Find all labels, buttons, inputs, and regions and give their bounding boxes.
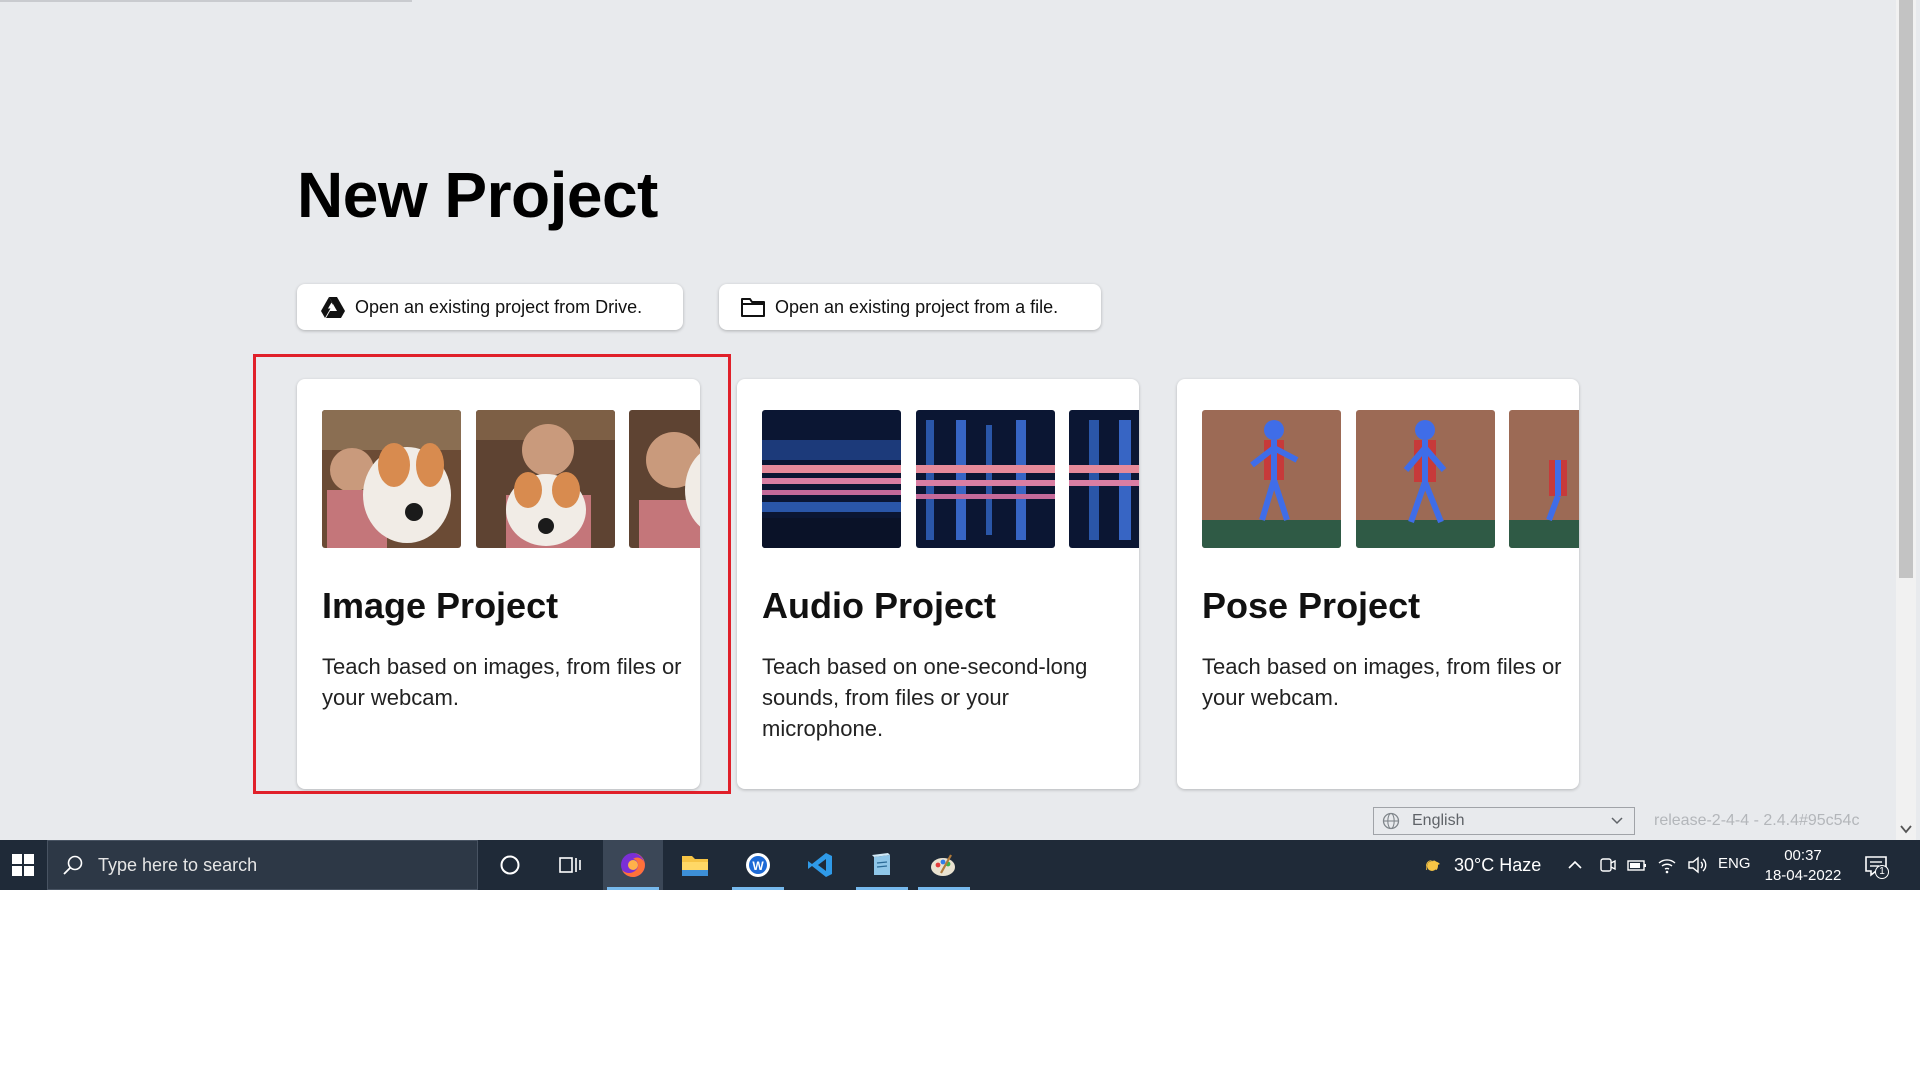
cortana-circle-icon (500, 855, 520, 875)
paint-app-icon (931, 854, 955, 876)
search-icon (63, 855, 83, 875)
weather-widget[interactable]: 30°C Haze (1420, 840, 1541, 890)
thumbnail-spectrogram (916, 410, 1055, 548)
audio-project-description: Teach based on one-second-long sounds, f… (762, 654, 1088, 741)
weather-text: 30°C Haze (1454, 854, 1542, 875)
file-explorer-icon (682, 856, 708, 876)
taskbar-app-vscode[interactable] (790, 840, 850, 890)
open-from-drive-button[interactable]: Open an existing project from Drive. (297, 284, 683, 330)
windows-logo-icon (12, 854, 34, 876)
browser-viewport: New Project Open an existing project fro… (0, 0, 1920, 840)
image-project-card[interactable]: Image Project Teach based on images, fro… (297, 379, 700, 789)
image-project-thumbnails (322, 410, 700, 548)
open-from-drive-label: Open an existing project from Drive. (355, 296, 643, 317)
battery-icon[interactable] (1626, 854, 1648, 876)
thumbnail-spectrogram (762, 410, 901, 548)
page-title: New Project (297, 159, 658, 231)
top-edge-strip (0, 0, 412, 2)
weather-haze-icon (1425, 859, 1440, 874)
open-from-file-button[interactable]: Open an existing project from a file. (719, 284, 1101, 330)
active-app-indicator (607, 887, 659, 890)
clock-time: 00:37 (1784, 847, 1822, 864)
scrollbar-thumb[interactable] (1899, 0, 1913, 578)
search-placeholder: Type here to search (98, 854, 258, 875)
taskbar-app-writer[interactable]: W (728, 840, 788, 890)
pose-project-title: Pose Project (1202, 585, 1421, 626)
audio-project-title: Audio Project (762, 585, 997, 626)
cortana-button[interactable] (480, 840, 540, 890)
running-app-indicator (732, 887, 784, 890)
open-from-file-label: Open an existing project from a file. (775, 296, 1059, 317)
show-hidden-icons-chevron-icon[interactable] (1564, 854, 1586, 876)
image-project-description: Teach based on images, from files or you… (322, 654, 682, 710)
thumbnail-pose (1509, 410, 1579, 548)
audio-project-thumbnails (762, 410, 1139, 548)
taskbar-app-file-explorer[interactable] (665, 840, 725, 890)
language-select[interactable]: English (1373, 807, 1635, 835)
google-drive-icon (319, 293, 347, 321)
start-button[interactable] (0, 840, 46, 890)
task-view-button[interactable] (540, 840, 600, 890)
globe-icon (1382, 812, 1400, 830)
chevron-down-icon (1611, 817, 1623, 825)
running-app-indicator (918, 887, 970, 890)
image-project-title: Image Project (322, 585, 559, 626)
task-view-icon (559, 857, 581, 873)
taskbar-app-paint[interactable] (914, 840, 974, 890)
svg-text:W: W (752, 859, 764, 873)
thumbnail-image (629, 410, 700, 548)
vscode-icon (808, 853, 832, 877)
taskbar-search-box[interactable]: Type here to search (47, 840, 478, 890)
taskbar-app-notepad[interactable] (852, 840, 912, 890)
notification-count-badge: 1 (1875, 865, 1889, 879)
firefox-icon (621, 853, 645, 877)
language-select-value: English (1412, 812, 1465, 829)
pose-project-thumbnails (1202, 410, 1579, 548)
meet-now-icon[interactable] (1596, 854, 1618, 876)
running-app-indicator (856, 887, 908, 890)
notepad-app-icon (872, 853, 890, 875)
scroll-down-arrow-icon[interactable] (1899, 822, 1913, 836)
taskbar-app-firefox[interactable] (603, 840, 663, 890)
thumbnail-image (322, 410, 461, 548)
pose-project-card[interactable]: Pose Project Teach based on images, from… (1177, 379, 1579, 789)
taskbar-clock[interactable]: 00:37 18-04-2022 (1760, 846, 1846, 886)
wifi-icon[interactable] (1656, 854, 1678, 876)
thumbnail-image (476, 410, 615, 548)
input-language-indicator[interactable]: ENG (1718, 855, 1751, 872)
volume-icon[interactable] (1686, 854, 1708, 876)
clock-date: 18-04-2022 (1764, 867, 1842, 884)
thumbnail-spectrogram (1069, 410, 1139, 548)
writer-app-icon: W (746, 853, 770, 877)
pose-project-description: Teach based on images, from files or you… (1202, 654, 1562, 710)
folder-icon (739, 293, 767, 321)
windows-taskbar: Type here to search W 30°C Haze ENG 00:3… (0, 840, 1920, 890)
thumbnail-pose (1356, 410, 1495, 548)
release-version-text: release-2-4-4 - 2.4.4#95c54c (1654, 812, 1860, 829)
thumbnail-pose (1202, 410, 1341, 548)
audio-project-card[interactable]: Audio Project Teach based on one-second-… (737, 379, 1139, 789)
